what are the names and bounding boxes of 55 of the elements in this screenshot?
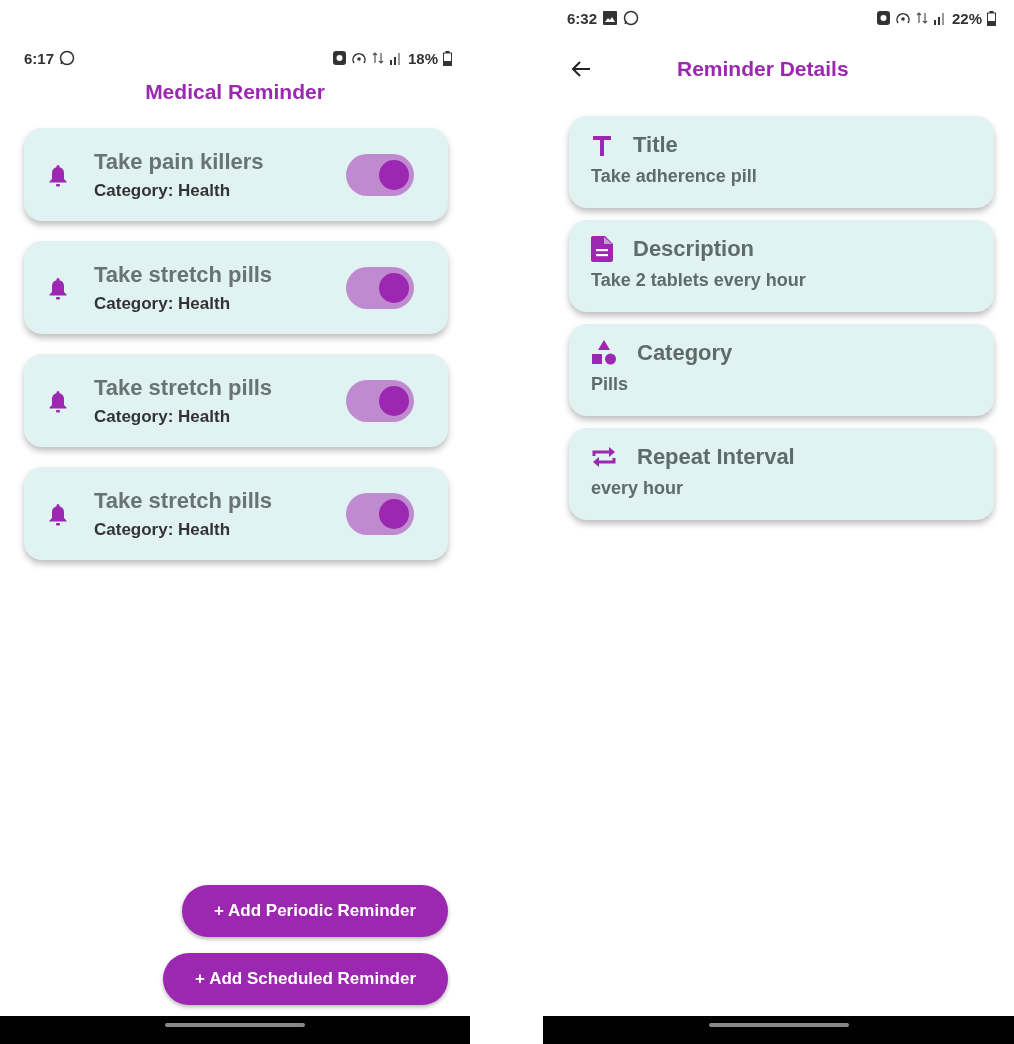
chat-icon bbox=[623, 10, 640, 26]
home-handle[interactable] bbox=[708, 1023, 849, 1027]
repeat-icon bbox=[591, 445, 617, 469]
home-handle[interactable] bbox=[165, 1023, 305, 1027]
reminder-title: Take stretch pills bbox=[94, 487, 274, 514]
detail-label: Description bbox=[633, 236, 755, 262]
bell-icon bbox=[48, 162, 68, 187]
reminder-card[interactable]: Take stretch pills Category: Health bbox=[24, 467, 448, 560]
battery-level: 18% bbox=[407, 49, 438, 67]
shapes-icon bbox=[591, 340, 617, 366]
reminder-category: Category: Health bbox=[94, 406, 232, 427]
reminder-title: Take stretch pills bbox=[94, 261, 274, 288]
detail-value: every hour bbox=[591, 478, 685, 499]
screen-title: Reminder Details bbox=[677, 57, 849, 81]
reminder-card[interactable]: Take stretch pills Category: Health bbox=[24, 241, 448, 334]
detail-value: Pills bbox=[591, 374, 630, 395]
detail-label: Category bbox=[637, 340, 733, 366]
bell-icon bbox=[48, 388, 68, 413]
toggle-switch[interactable] bbox=[346, 379, 414, 422]
lock-icon bbox=[876, 11, 890, 25]
network-icon bbox=[371, 51, 384, 65]
toggle-switch[interactable] bbox=[346, 153, 414, 196]
battery-icon bbox=[987, 10, 996, 26]
reminder-category: Category: Health bbox=[94, 293, 232, 314]
hotspot-icon bbox=[894, 11, 911, 25]
toggle-switch[interactable] bbox=[346, 266, 414, 309]
status-time: 6:17 bbox=[24, 49, 55, 67]
reminder-category: Category: Health bbox=[94, 519, 232, 540]
reminder-title: Take stretch pills bbox=[94, 374, 274, 401]
network-icon bbox=[915, 11, 928, 25]
battery-level: 22% bbox=[951, 9, 982, 27]
add-reminder-button[interactable]: + Add Scheduled Reminder bbox=[163, 953, 448, 1005]
reminder-category: Category: Health bbox=[94, 180, 232, 201]
screen-title: Medical Reminder bbox=[145, 80, 325, 104]
signal-icon bbox=[932, 11, 947, 25]
battery-icon bbox=[443, 50, 452, 66]
signal-icon bbox=[388, 51, 403, 65]
image-icon bbox=[602, 10, 619, 26]
detail-value: Take 2 tablets every hour bbox=[591, 270, 807, 291]
chat-icon bbox=[59, 50, 76, 66]
lock-icon bbox=[332, 51, 346, 65]
detail-label: Repeat Interval bbox=[637, 444, 795, 470]
detail-value: Take adherence pill bbox=[591, 166, 758, 187]
hotspot-icon bbox=[350, 51, 367, 65]
toggle-switch[interactable] bbox=[346, 492, 414, 535]
reminder-card[interactable]: Take pain killers Category: Health bbox=[24, 128, 448, 221]
bell-icon bbox=[48, 275, 68, 300]
status-time: 6:32 bbox=[567, 9, 598, 27]
reminder-card[interactable]: Take stretch pills Category: Health bbox=[24, 354, 448, 447]
add-reminder-button[interactable]: + Add Periodic Reminder bbox=[182, 885, 448, 937]
text-icon bbox=[591, 134, 613, 156]
document-icon bbox=[591, 236, 613, 262]
reminder-title: Take pain killers bbox=[94, 148, 265, 175]
bell-icon bbox=[48, 501, 68, 526]
detail-label: Title bbox=[633, 132, 678, 158]
